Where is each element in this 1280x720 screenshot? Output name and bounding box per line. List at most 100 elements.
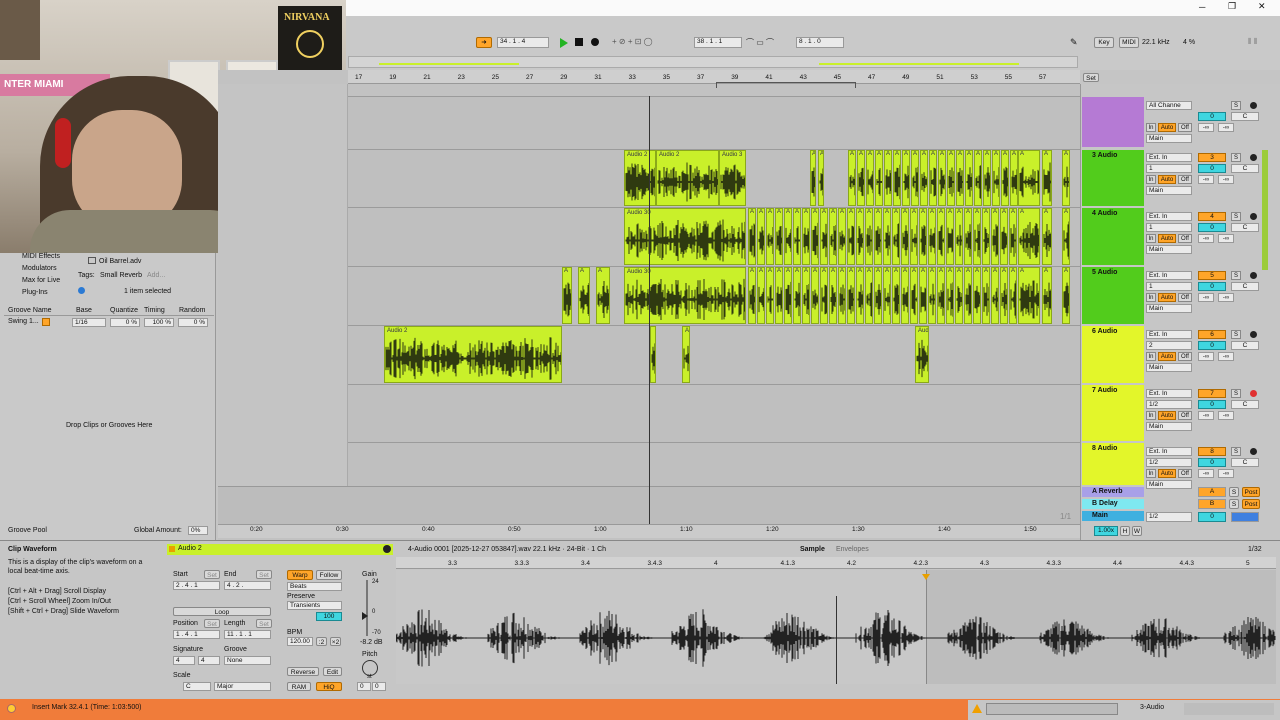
clip-small[interactable]: A xyxy=(883,208,891,265)
clip-small[interactable]: A xyxy=(578,267,590,324)
track-activator[interactable]: 7 xyxy=(1198,389,1226,398)
track-pan[interactable]: C xyxy=(1231,223,1259,232)
send-a[interactable]: -∞ xyxy=(1198,352,1214,361)
track-output[interactable]: Main xyxy=(1146,245,1192,254)
scale-mode[interactable]: Major xyxy=(214,682,271,691)
monitor-in[interactable]: In xyxy=(1146,123,1156,132)
minimize-button[interactable]: ─ xyxy=(1199,2,1205,12)
main-header[interactable]: Main xyxy=(1082,511,1144,521)
clip-small[interactable]: A xyxy=(883,267,891,324)
groove-pool-label[interactable]: Groove Pool xyxy=(8,527,47,534)
category-plug-ins[interactable]: Plug-Ins xyxy=(22,289,48,296)
clip-track6-small-1[interactable] xyxy=(650,326,656,383)
track-pan[interactable]: C xyxy=(1231,341,1259,350)
overdub-icons[interactable]: + ⊘ + ⊡ ◯ xyxy=(612,37,653,46)
length-set[interactable]: Set xyxy=(256,619,272,628)
track-scroll-bar[interactable] xyxy=(1262,150,1268,270)
clip-small[interactable]: A xyxy=(1042,208,1052,265)
clip-small[interactable]: A xyxy=(1018,208,1040,265)
scale-root[interactable]: C xyxy=(183,682,211,691)
return-b-header[interactable]: B Delay xyxy=(1082,499,1144,509)
send-b[interactable]: -∞ xyxy=(1218,352,1234,361)
clip-small[interactable]: A xyxy=(892,267,900,324)
clip-small[interactable]: A xyxy=(802,208,810,265)
return-a-header[interactable]: A Reverb xyxy=(1082,487,1144,497)
clip-audio-30-b[interactable]: Audio 30 xyxy=(624,267,746,324)
track-activator[interactable]: 6 xyxy=(1198,330,1226,339)
clip-small[interactable]: A xyxy=(1062,267,1070,324)
track-volume[interactable]: 0 xyxy=(1198,223,1226,232)
track-input-type[interactable]: All Channe xyxy=(1146,101,1192,110)
loop-length[interactable]: 11 . 1 . 1 xyxy=(224,630,271,639)
clip-track6-aud[interactable]: Aud xyxy=(915,326,929,383)
clip-small[interactable]: A xyxy=(946,208,954,265)
send-b[interactable]: -∞ xyxy=(1218,234,1234,243)
clip-audio-2-b[interactable]: Audio 2 xyxy=(656,150,719,206)
track-input-channel[interactable]: 1/2 xyxy=(1146,400,1192,409)
send-b[interactable]: -∞ xyxy=(1218,175,1234,184)
close-button[interactable]: ✕ xyxy=(1258,1,1266,12)
return-b-post[interactable]: Post xyxy=(1242,499,1260,509)
clip-small[interactable]: A xyxy=(901,208,909,265)
main-volume[interactable]: 0 xyxy=(1198,512,1226,522)
monitor-off[interactable]: Off xyxy=(1178,293,1192,302)
draw-mode-icon[interactable]: ✎ xyxy=(1070,37,1078,48)
send-a[interactable]: -∞ xyxy=(1198,469,1214,478)
clip-small[interactable]: A xyxy=(928,267,936,324)
clip-track6-small-2[interactable]: Au xyxy=(682,326,690,383)
clip-title-bar[interactable]: Audio 2 xyxy=(167,544,393,555)
monitor-auto[interactable]: Auto xyxy=(1158,175,1176,184)
lane-top[interactable] xyxy=(348,96,1080,149)
height-button[interactable]: H xyxy=(1120,526,1130,536)
clip-small[interactable]: A xyxy=(973,267,981,324)
clip-small[interactable]: A xyxy=(983,150,991,206)
clip-small[interactable]: A xyxy=(946,267,954,324)
track-volume[interactable]: 0 xyxy=(1198,164,1226,173)
clip-small[interactable]: A xyxy=(1042,150,1052,206)
return-b-button[interactable]: B xyxy=(1198,499,1226,509)
monitor-off[interactable]: Off xyxy=(1178,411,1192,420)
clip-small[interactable]: A xyxy=(857,150,865,206)
loop-length[interactable]: 8 . 1 . 0 xyxy=(796,37,844,48)
set-button[interactable]: Set xyxy=(1083,73,1099,82)
loop-button[interactable]: Loop xyxy=(173,607,271,616)
track-input-channel[interactable]: 2 xyxy=(1146,341,1192,350)
pitch-cents[interactable]: 0 xyxy=(372,682,386,691)
track-output[interactable]: Main xyxy=(1146,363,1192,372)
punch-icons[interactable]: ⌒ ▭ ⌒ xyxy=(746,37,774,48)
clip-small[interactable]: A xyxy=(902,150,910,206)
groove-drop-zone[interactable]: Drop Clips or Grooves Here xyxy=(66,422,152,429)
clip-small[interactable]: A xyxy=(964,208,972,265)
arm-icon[interactable] xyxy=(1250,272,1257,279)
edit-button[interactable]: Edit xyxy=(323,667,342,676)
clip-small[interactable]: A xyxy=(1062,208,1070,265)
clip-small[interactable]: A xyxy=(965,150,973,206)
track-activator[interactable]: 3 xyxy=(1198,153,1226,162)
clip-small[interactable]: A xyxy=(811,267,819,324)
track-pan[interactable]: C xyxy=(1231,282,1259,291)
clip-small[interactable]: A xyxy=(892,208,900,265)
monitor-auto[interactable]: Auto xyxy=(1158,293,1176,302)
clip-small[interactable]: A xyxy=(1042,267,1052,324)
play-icon[interactable] xyxy=(560,38,568,48)
arm-icon[interactable] xyxy=(1250,102,1257,109)
ram-button[interactable]: RAM xyxy=(287,682,311,691)
monitor-off[interactable]: Off xyxy=(1178,175,1192,184)
clip-small[interactable]: A xyxy=(865,267,873,324)
position-set[interactable]: Set xyxy=(204,619,220,628)
monitor-in[interactable]: In xyxy=(1146,293,1156,302)
clip-small[interactable]: A xyxy=(847,267,855,324)
clip-small[interactable]: A xyxy=(1001,150,1009,206)
clip-small[interactable]: A xyxy=(947,150,955,206)
track-solo[interactable]: S xyxy=(1231,447,1241,456)
mini-overview[interactable] xyxy=(986,703,1118,715)
monitor-in[interactable]: In xyxy=(1146,411,1156,420)
clip-small[interactable]: A xyxy=(847,208,855,265)
pitch-semitones[interactable]: 0 xyxy=(357,682,371,691)
groove-select[interactable]: None xyxy=(224,656,271,665)
monitor-in[interactable]: In xyxy=(1146,352,1156,361)
preset-file[interactable]: Oil Barrel.adv xyxy=(99,258,141,265)
clip-small[interactable]: A xyxy=(748,267,756,324)
tag-small-reverb[interactable]: Small Reverb xyxy=(100,272,142,279)
clip-small[interactable]: A xyxy=(893,150,901,206)
